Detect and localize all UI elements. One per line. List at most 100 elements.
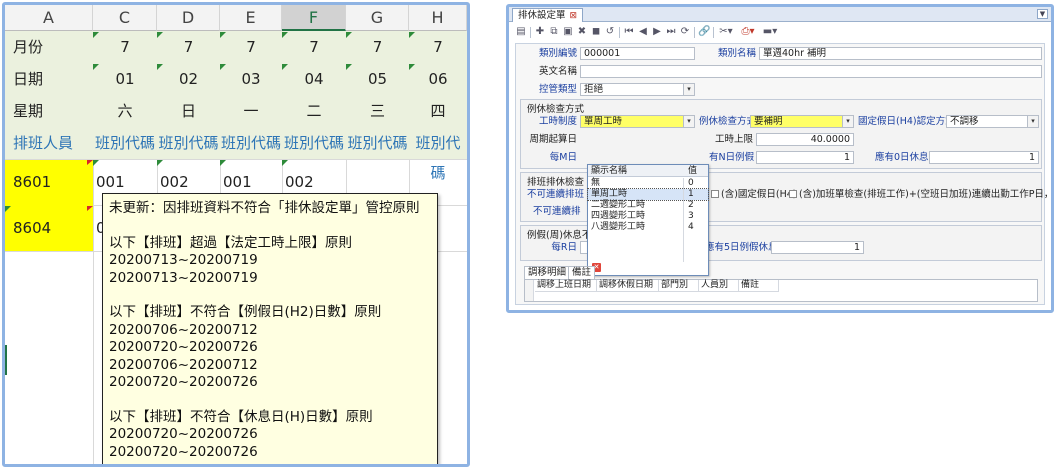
staff-id-cell[interactable]: 8601 xyxy=(13,167,51,197)
dropdown-option[interactable]: 二週變形工時 2 xyxy=(588,200,708,211)
grid-header[interactable]: 部門別 xyxy=(659,280,699,291)
comment-indicator xyxy=(282,160,288,166)
option-name: 無 xyxy=(591,178,601,188)
month-cell[interactable]: 7 xyxy=(93,32,157,62)
chevron-down-icon[interactable]: ▾ xyxy=(1027,116,1038,127)
date-cell[interactable]: 06 xyxy=(409,64,467,94)
h4-option[interactable]: (含)國定假日(H4) xyxy=(711,188,797,201)
last-record-icon[interactable]: ⏭ xyxy=(665,26,677,38)
min-rest-field[interactable]: 1 xyxy=(771,241,864,254)
date-cell[interactable]: 01 xyxy=(93,64,157,94)
weekday-cell[interactable]: 四 xyxy=(409,96,467,126)
date-cell[interactable]: 03 xyxy=(220,64,282,94)
close-icon[interactable]: ⊠ xyxy=(570,11,578,21)
month-cell[interactable]: 7 xyxy=(220,32,282,62)
grid-header[interactable]: 人員別 xyxy=(699,280,739,291)
shift-code-header[interactable]: 班別代碼 xyxy=(409,128,467,188)
error-indicator xyxy=(87,206,93,211)
next-record-icon[interactable]: ▶ xyxy=(651,26,663,38)
undo-icon[interactable]: ↺ xyxy=(604,26,616,38)
dropdown-option[interactable]: 無 0 xyxy=(588,178,708,189)
weekday-cell[interactable]: 一 xyxy=(220,96,282,126)
weekday-cell[interactable]: 六 xyxy=(93,96,157,126)
hours-limit-field[interactable]: 40.0000 xyxy=(756,133,854,146)
checkbox-overtime[interactable] xyxy=(789,190,797,198)
month-cell[interactable]: 7 xyxy=(409,32,467,62)
tab-notes[interactable]: 備註 xyxy=(568,266,596,279)
add-icon[interactable]: ✚ xyxy=(534,26,546,38)
date-cell[interactable]: 02 xyxy=(157,64,220,94)
refresh-icon[interactable]: ⟳ xyxy=(679,26,691,38)
tools-icon[interactable]: ✂▾ xyxy=(717,26,735,38)
staff-id-cell[interactable]: 8604 xyxy=(13,213,51,243)
category-no-field[interactable]: 000001 xyxy=(580,47,695,60)
comment-line: 20200713~20200719 xyxy=(109,269,258,286)
column-header-d[interactable]: D xyxy=(157,5,220,31)
row-label-month[interactable]: 月份 xyxy=(13,32,43,62)
grid-header[interactable]: 調移休假日期 xyxy=(597,280,659,291)
row-label-weekday[interactable]: 星期 xyxy=(13,96,43,126)
option-value: 3 xyxy=(688,211,694,221)
chevron-down-icon[interactable]: ▾ xyxy=(683,84,694,95)
tab-transfer-details[interactable]: 調移明細 xyxy=(524,266,571,279)
control-type-select[interactable]: 拒絕 ▾ xyxy=(580,83,695,96)
list-icon[interactable]: ▤ xyxy=(515,26,527,38)
month-cell[interactable]: 7 xyxy=(282,32,346,62)
prev-record-icon[interactable]: ◀ xyxy=(637,26,649,38)
edit-icon[interactable]: ▣ xyxy=(562,26,574,38)
dropdown-option[interactable]: 四週變形工時 3 xyxy=(588,211,708,222)
date-cell[interactable]: 04 xyxy=(282,64,346,94)
chevron-down-icon[interactable]: ▾ xyxy=(683,116,694,127)
h4-option-label: (含)國定假日(H4) xyxy=(721,189,797,200)
document-tab[interactable]: 排休設定單 ⊠ xyxy=(512,8,584,22)
fixed-holiday-select[interactable]: 不調移 ▾ xyxy=(946,115,1039,128)
checkbox-h4[interactable] xyxy=(711,190,719,198)
grid-header[interactable]: 備註 xyxy=(739,280,779,291)
category-name-label: 類別名稱 xyxy=(717,48,756,59)
overtime-option[interactable]: (含)加班單檢查(排班工作)+(空班日加班)連續出勤工作P日，次日需休 xyxy=(789,188,1051,201)
date-cell[interactable]: 05 xyxy=(346,64,409,94)
rest-zero-field[interactable]: 1 xyxy=(929,151,1039,164)
column-header-c[interactable]: C xyxy=(93,5,157,31)
month-cell[interactable]: 7 xyxy=(157,32,220,62)
control-type-value: 拒絕 xyxy=(584,84,604,95)
column-header-e[interactable]: E xyxy=(220,5,282,31)
dropdown-divider xyxy=(683,178,684,262)
shift-code-header[interactable]: 班別代碼 xyxy=(93,128,157,158)
shift-code-header[interactable]: 班別代碼 xyxy=(346,128,409,158)
print-icon[interactable]: ⎙▾ xyxy=(739,26,757,38)
month-cell[interactable]: 7 xyxy=(346,32,409,62)
copy-icon[interactable]: ⧉ xyxy=(548,26,560,38)
column-header-g[interactable]: G xyxy=(346,5,409,31)
shift-code-header[interactable]: 班別代碼 xyxy=(157,128,220,158)
rest-check-method-select[interactable]: 要補明 ▾ xyxy=(750,115,854,128)
window-menu-icon[interactable]: ▼ xyxy=(1037,9,1048,19)
delete-icon[interactable]: ✖ xyxy=(576,26,588,38)
work-system-select[interactable]: 單周工時 ▾ xyxy=(580,115,695,128)
column-header-a[interactable]: A xyxy=(5,5,93,31)
option-name: 二週變形工時 xyxy=(591,200,646,210)
weekday-cell[interactable]: 三 xyxy=(346,96,409,126)
n-day-field[interactable]: 1 xyxy=(756,151,854,164)
save-icon[interactable]: ◼ xyxy=(590,26,602,38)
shift-code-header[interactable]: 班別代碼 xyxy=(282,128,346,158)
column-header-f[interactable]: F xyxy=(282,5,346,31)
comment-indicator xyxy=(220,160,226,166)
english-name-field[interactable] xyxy=(580,65,1042,78)
row-label-staff[interactable]: 排班人員 xyxy=(13,128,73,158)
comment-indicator xyxy=(409,64,415,70)
dropdown-option[interactable]: 八週變形工時 4 xyxy=(588,222,708,233)
comment-indicator xyxy=(93,160,99,166)
row-label-date[interactable]: 日期 xyxy=(13,64,43,94)
shift-code-header[interactable]: 班別代碼 xyxy=(220,128,282,158)
first-record-icon[interactable]: ⏮ xyxy=(623,26,635,38)
dropdown-option-selected[interactable]: 單周工時 1 xyxy=(587,188,709,201)
more-icon[interactable]: ▬▾ xyxy=(761,26,779,38)
grid-header[interactable]: 調移上班日期 xyxy=(535,280,597,291)
chevron-down-icon[interactable]: ▾ xyxy=(842,116,853,127)
weekday-cell[interactable]: 二 xyxy=(282,96,346,126)
link-icon[interactable]: 🔗 xyxy=(698,26,710,38)
category-name-field[interactable]: 單週40hr 補明 xyxy=(759,47,1042,60)
column-header-h[interactable]: H xyxy=(409,5,467,31)
weekday-cell[interactable]: 日 xyxy=(157,96,220,126)
